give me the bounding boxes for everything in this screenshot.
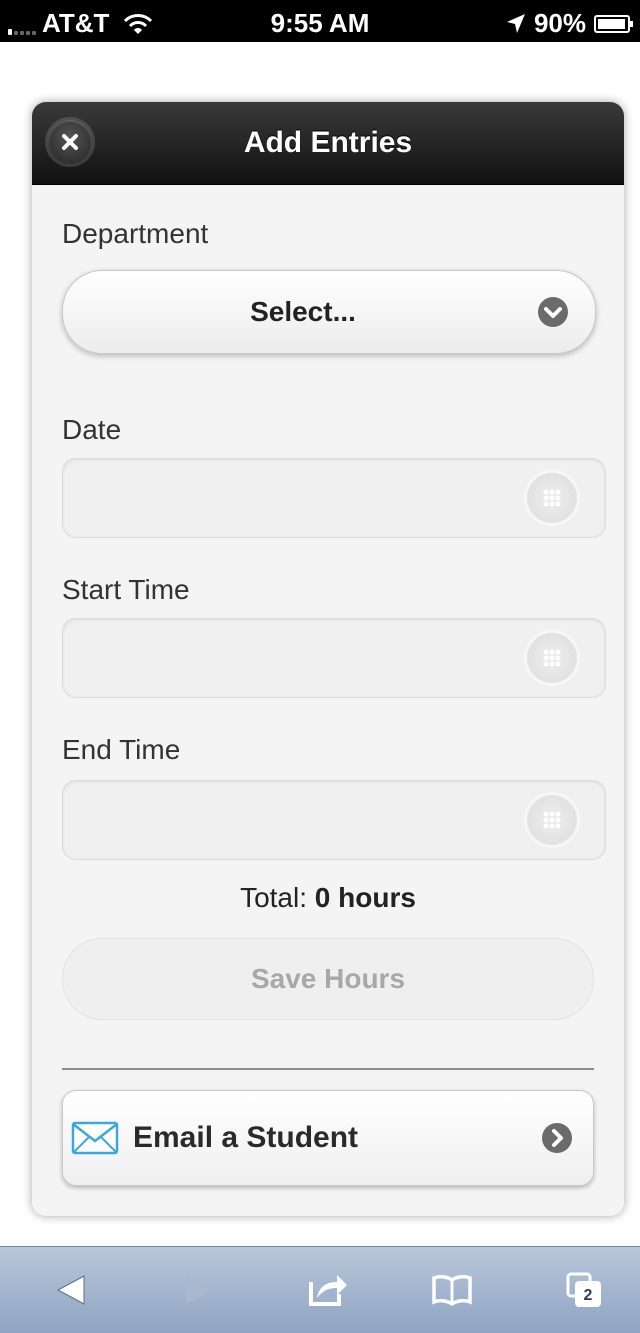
department-label: Department	[62, 218, 209, 249]
start-time-input[interactable]	[62, 618, 606, 698]
total-label: Total:	[240, 882, 307, 913]
department-select-value: Select...	[250, 296, 356, 327]
add-entries-dialog: Add Entries Department Select... Date St…	[32, 102, 624, 1216]
status-bar: AT&T 9:55 AM 90%	[0, 0, 640, 42]
end-time-picker-icon[interactable]	[527, 795, 577, 845]
bookmarks-button[interactable]	[424, 1263, 480, 1317]
forward-icon	[186, 1276, 212, 1304]
keypad-icon	[543, 489, 561, 507]
tabs-button[interactable]: 2	[556, 1263, 612, 1317]
chevron-right-icon	[542, 1123, 572, 1153]
back-icon	[56, 1275, 85, 1305]
divider	[62, 1068, 594, 1070]
keypad-icon	[543, 811, 561, 829]
battery-icon	[594, 14, 633, 33]
chevron-down-icon	[538, 297, 568, 327]
date-label: Date	[62, 414, 122, 445]
tabs-icon: 2	[566, 1272, 601, 1307]
date-picker-icon[interactable]	[527, 473, 577, 523]
back-button[interactable]	[44, 1263, 100, 1317]
total-value: 0 hours	[314, 882, 416, 913]
email-student-button[interactable]: Email a Student	[62, 1090, 594, 1186]
save-hours-button[interactable]: Save Hours	[62, 938, 594, 1020]
date-input[interactable]	[62, 458, 606, 538]
location-icon	[506, 13, 525, 33]
share-button[interactable]	[300, 1263, 356, 1317]
status-right: 90%	[506, 8, 634, 39]
dialog-title: Add Entries	[243, 126, 413, 159]
email-student-label: Email a Student	[133, 1121, 359, 1154]
end-time-input[interactable]	[62, 780, 606, 860]
share-icon	[309, 1275, 347, 1306]
bookmarks-icon	[432, 1274, 472, 1307]
end-time-label: End Time	[62, 734, 181, 765]
department-select[interactable]: Select...	[62, 270, 596, 354]
start-time-picker-icon[interactable]	[527, 633, 577, 683]
total-hours: Total: 0 hours	[32, 882, 624, 914]
start-time-label: Start Time	[62, 574, 190, 605]
envelope-icon	[71, 1121, 119, 1155]
battery-percent: 90%	[533, 8, 586, 38]
dialog-header: Add Entries	[32, 102, 624, 185]
close-button[interactable]	[48, 120, 92, 164]
forward-button[interactable]	[170, 1263, 226, 1317]
tabs-count: 2	[584, 1287, 593, 1304]
keypad-icon	[543, 649, 561, 667]
close-icon	[62, 134, 78, 150]
browser-toolbar: 2	[0, 1246, 640, 1333]
